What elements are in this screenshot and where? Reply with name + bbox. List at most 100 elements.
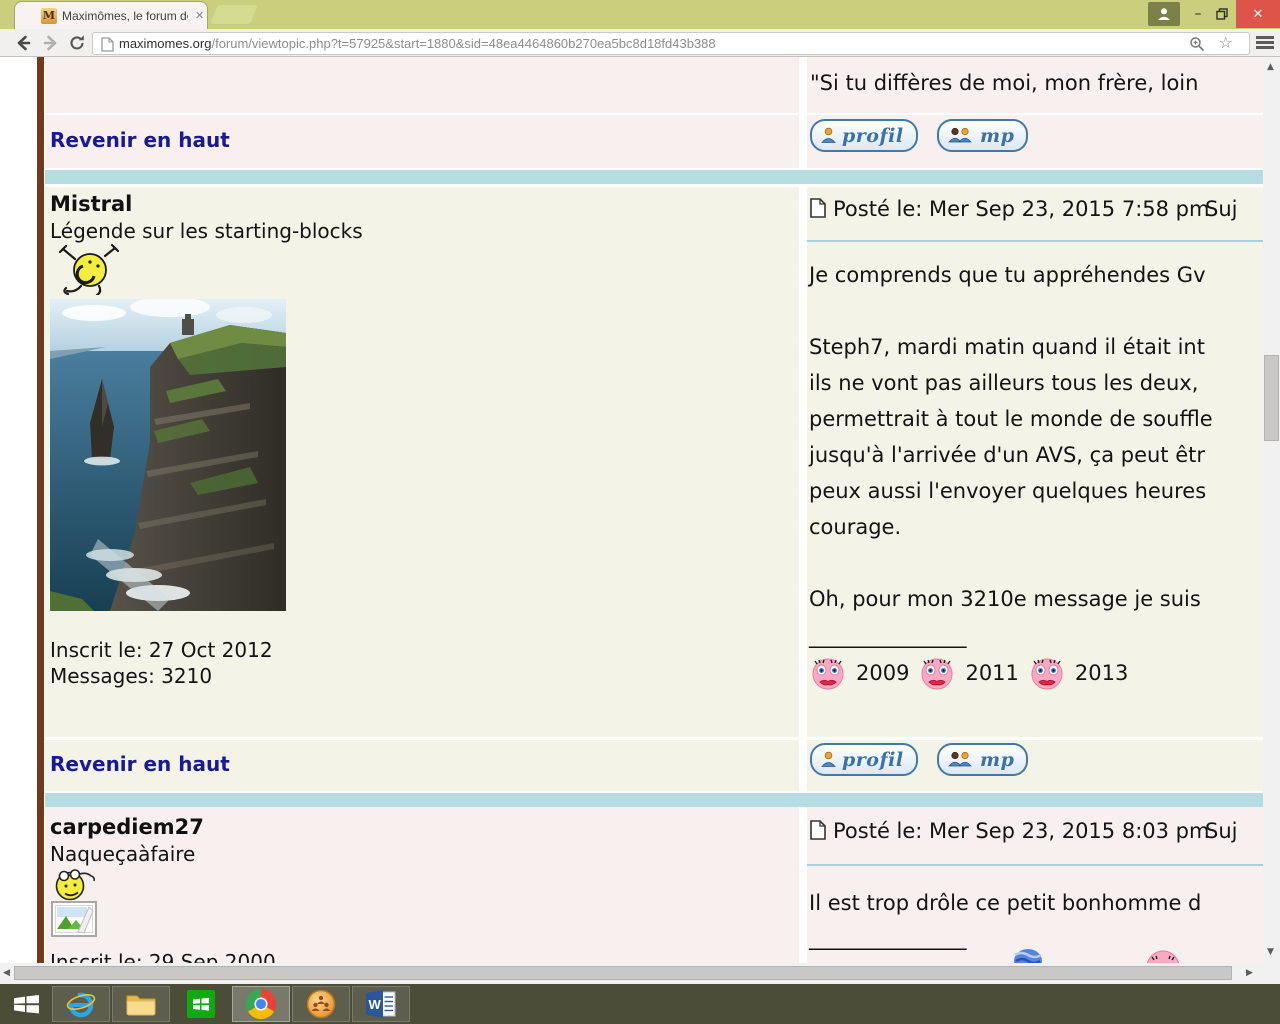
table-border <box>37 57 44 963</box>
restore-icon <box>1216 8 1228 20</box>
svg-text:W: W <box>369 997 382 1012</box>
back-button[interactable] <box>12 32 34 54</box>
tab-title: Maximômes, le forum des <box>62 9 188 23</box>
folder-icon <box>126 995 156 1016</box>
blue-smiley-partial-icon <box>1014 949 1042 963</box>
vertical-scrollbar-thumb[interactable] <box>1264 355 1279 441</box>
body-line: ils ne vont pas ailleurs tous les deux, <box>809 371 1199 395</box>
body-line: Je comprends que tu appréhendes Gv <box>809 263 1206 287</box>
taskbar-item-file-explorer[interactable] <box>112 986 170 1022</box>
chrome-icon <box>246 989 276 1019</box>
restore-button[interactable] <box>1210 2 1234 26</box>
body-line: courage. <box>809 515 902 539</box>
forum-page: "Si tu diffères de moi, mon frère, loin … <box>0 57 1263 963</box>
scroll-left-icon[interactable]: ◀ <box>3 969 10 978</box>
person-icon <box>1158 8 1170 20</box>
store-icon <box>187 990 215 1018</box>
post-body-cell: Posté le: Mer Sep 23, 2015 7:58 pm Suj J… <box>807 187 1263 737</box>
body-line: Steph7, mardi matin quand il était int <box>809 335 1205 359</box>
scroll-right-icon[interactable]: ▶ <box>1246 969 1253 978</box>
pink-face-icon <box>1031 658 1063 690</box>
post-date: Posté le: Mer Sep 23, 2015 8:03 pm <box>833 819 1210 843</box>
profil-button-label: profil <box>842 748 904 771</box>
back-row-left: Revenir en haut <box>45 740 799 791</box>
close-button[interactable]: ✕ <box>1236 0 1280 28</box>
forward-icon <box>43 35 57 51</box>
mp-button[interactable]: mp <box>937 119 1029 152</box>
taskbar-item-chrome[interactable] <box>232 986 290 1022</box>
post-body-text: Je comprends que tu appréhendes Gv Steph… <box>809 257 1213 617</box>
post-author-joined: Inscrit le: 29 Sep 2000 <box>50 950 276 963</box>
menu-icon[interactable] <box>1256 36 1274 50</box>
back-to-top-link[interactable]: Revenir en haut <box>50 128 230 152</box>
signature-divider: _______________ <box>809 926 967 950</box>
taskbar-item-store[interactable] <box>172 986 230 1022</box>
tab-close-icon[interactable]: ✕ <box>195 9 204 22</box>
horizontal-scrollbar[interactable]: ◀ ▶ <box>0 963 1263 984</box>
back-to-top-link[interactable]: Revenir en haut <box>50 752 230 776</box>
post-subject-fragment: Suj <box>1205 197 1238 221</box>
post-body-cell: Posté le: Mer Sep 23, 2015 8:03 pm Suj I… <box>807 807 1263 963</box>
signature-year: 2009 <box>856 661 910 685</box>
url-path: /forum/viewtopic.php?t=57925&start=1880&… <box>211 36 716 51</box>
reload-button[interactable] <box>66 32 88 54</box>
post-author-cell: Mistral Légende sur les starting-blocks <box>45 187 799 737</box>
url-domain: maximomes.org <box>119 36 212 51</box>
mp-button[interactable]: mp <box>937 743 1029 776</box>
scroll-up-icon[interactable]: ▲ <box>1267 63 1274 72</box>
prev-post-body-cell: "Si tu diffères de moi, mon frère, loin <box>807 57 1263 113</box>
post-author-messages: Messages: 3210 <box>50 664 213 688</box>
body-line: Il est trop drôle ce petit bonhomme d <box>809 891 1202 915</box>
start-button[interactable] <box>4 986 50 1022</box>
post-author-rank: Légende sur les starting-blocks <box>50 219 363 243</box>
zoom-icon <box>1190 37 1205 52</box>
signature-year: 2011 <box>965 661 1019 685</box>
windows-logo-icon <box>14 995 39 1014</box>
browser-tab[interactable]: M Maximômes, le forum des ✕ <box>14 1 208 30</box>
site-favicon-icon: M <box>41 8 57 24</box>
two-persons-icon <box>948 127 972 143</box>
back-icon <box>17 35 31 51</box>
post-author-name: Mistral <box>50 192 133 216</box>
scrollbar-corner <box>1263 963 1280 984</box>
word-icon: W <box>366 990 396 1018</box>
profil-button[interactable]: profil <box>810 119 918 152</box>
signature-smiley-row: 2009 2011 2013 <box>809 655 1128 691</box>
back-row-right: profil mp <box>807 115 1263 168</box>
taskbar-item-internet-explorer[interactable] <box>52 986 110 1022</box>
signature-quote: "Si tu diffères de moi, mon frère, loin <box>810 71 1199 95</box>
minimize-button[interactable]: – <box>1186 2 1210 26</box>
taskbar-item-word[interactable]: W <box>352 986 410 1022</box>
avatar <box>50 299 286 611</box>
bookmark-star-icon[interactable]: ☆ <box>1219 33 1233 52</box>
taskbar-item-notes[interactable] <box>292 986 350 1022</box>
url-text: maximomes.org/forum/viewtopic.php?t=5792… <box>119 36 716 51</box>
post-header-divider <box>807 240 1263 242</box>
forward-button[interactable] <box>40 32 62 54</box>
reload-icon <box>70 35 84 50</box>
dancing-smiley-icon <box>58 243 120 295</box>
pink-face-icon <box>921 658 953 690</box>
pink-face-icon <box>812 658 844 690</box>
post-author-joined: Inscrit le: 27 Oct 2012 <box>50 638 273 662</box>
glasses-smiley-icon <box>55 869 95 901</box>
screen: M Maximômes, le forum des ✕ – ✕ maximome… <box>0 0 1280 1024</box>
post-header-divider <box>807 864 1263 866</box>
body-line: permettrait à tout le monde de souffle <box>809 407 1213 431</box>
body-line <box>809 293 1213 329</box>
two-persons-icon <box>948 751 972 767</box>
zoom-button[interactable] <box>1189 36 1205 56</box>
profil-button[interactable]: profil <box>810 743 918 776</box>
notes-icon <box>306 989 336 1019</box>
post-subject-fragment: Suj <box>1205 819 1238 843</box>
horizontal-scrollbar-thumb[interactable] <box>14 966 1232 980</box>
post-author-cell: carpediem27 Naqueçaàfaire Inscrit le: 29… <box>45 807 799 963</box>
new-tab-button[interactable] <box>210 5 258 24</box>
address-bar[interactable]: maximomes.org/forum/viewtopic.php?t=5792… <box>92 32 1250 55</box>
post-icon <box>810 198 826 218</box>
internet-explorer-icon <box>66 992 96 1018</box>
profile-avatar-button[interactable] <box>1148 2 1180 26</box>
scroll-down-icon[interactable]: ▼ <box>1267 948 1274 957</box>
vertical-scrollbar[interactable]: ▲ ▼ <box>1263 57 1280 963</box>
post-date: Posté le: Mer Sep 23, 2015 7:58 pm <box>833 197 1210 221</box>
